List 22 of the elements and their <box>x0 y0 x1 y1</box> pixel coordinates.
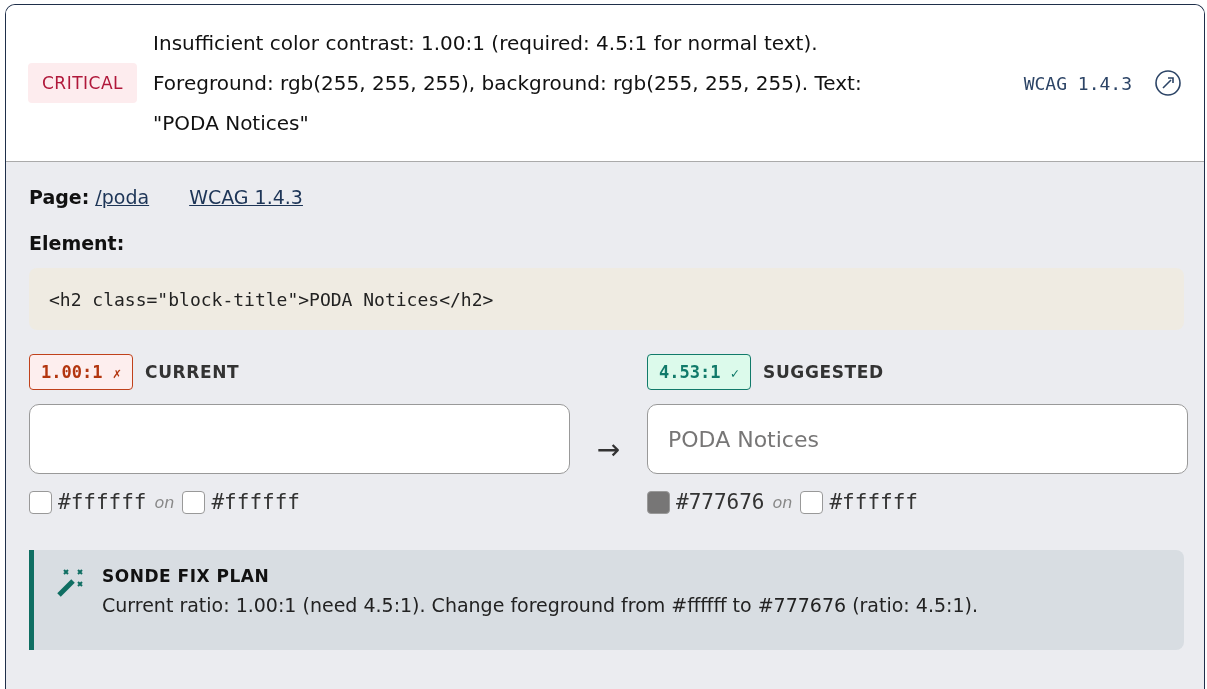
arrow-text: → <box>596 433 621 466</box>
hex-code: #777676 <box>676 490 765 514</box>
sample-label: CURRENT <box>145 362 240 382</box>
on-text: on <box>154 492 175 512</box>
sample-label: SUGGESTED <box>763 362 884 382</box>
preview-text: PODA Notices <box>668 426 819 452</box>
rule-code: WCAG 1.4.3 <box>1023 72 1132 94</box>
ratio-badge: 4.53:1 ✓ <box>647 354 752 390</box>
issue-message: Insufficient color contrast: 1.00:1 (required: 4.5:1 for normal text). Foreground: rgb(255, 255, 255), background: rgb(255, 255, 255). Text: "PODA Notices" <box>153 30 863 137</box>
hex-code: #ffffff <box>58 490 147 514</box>
page-label: Page: <box>29 186 90 208</box>
page-link[interactable]: /poda <box>95 186 150 208</box>
hex-code: #ffffff <box>211 490 300 514</box>
wcag-link[interactable]: WCAG 1.4.3 <box>189 186 303 208</box>
on-text: on <box>772 492 793 512</box>
code-snippet: <h2 class="block-title">PODA Notices</h2> <box>29 268 1184 330</box>
fix-plan-text: Current ratio: 1.00:1 (need 4.5:1). Change foreground from #ffffff to #777676 (ratio: 4.5:1). <box>102 594 978 616</box>
hex-code: #ffffff <box>829 490 918 514</box>
severity-badge: CRITICAL <box>28 63 138 103</box>
element-label: Element: <box>29 232 126 254</box>
ratio-badge: 1.00:1 ✗ <box>29 354 134 390</box>
fix-plan-title: SONDE FIX PLAN <box>102 566 271 586</box>
